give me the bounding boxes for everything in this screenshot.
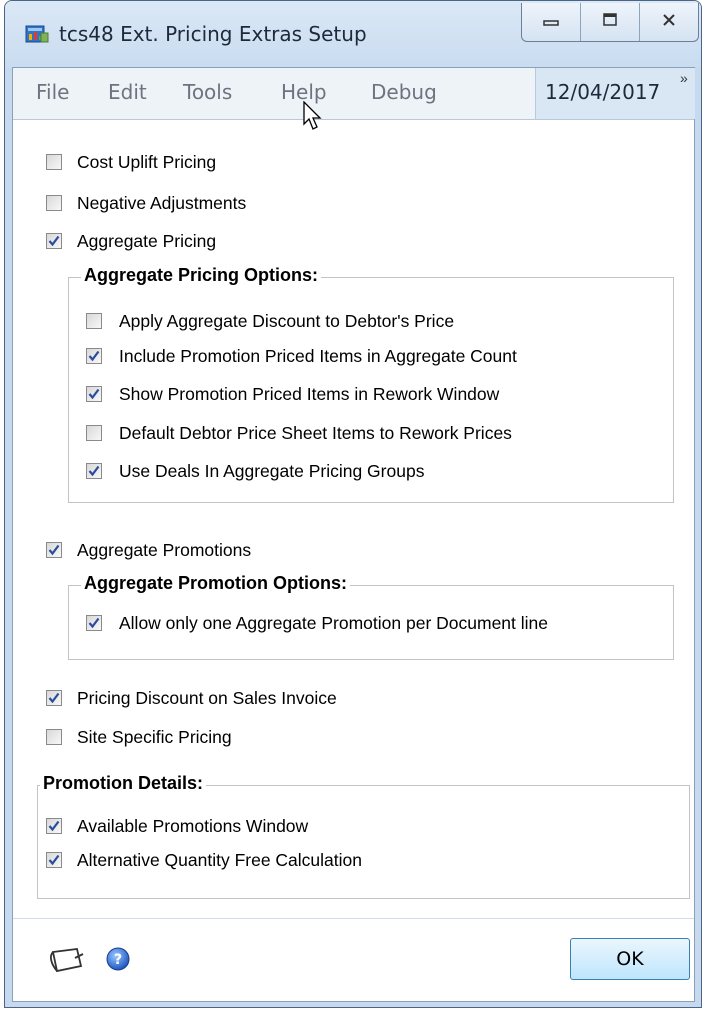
- close-button[interactable]: [640, 3, 698, 41]
- pricing-discount-sales-invoice-label: Pricing Discount on Sales Invoice: [77, 688, 337, 708]
- checkmark-icon: [48, 820, 60, 832]
- maximize-button[interactable]: [581, 3, 640, 41]
- site-specific-pricing-label: Site Specific Pricing: [77, 727, 232, 747]
- window-controls: [521, 3, 699, 42]
- minimize-button[interactable]: [522, 3, 581, 41]
- use-deals-label: Use Deals In Aggregate Pricing Groups: [119, 461, 425, 481]
- aggregate-promotions-label: Aggregate Promotions: [77, 540, 252, 560]
- checkmark-icon: [48, 235, 60, 247]
- aggregate-pricing-options-title: Aggregate Pricing Options:: [81, 265, 322, 286]
- checkmark-icon: [48, 692, 60, 704]
- close-icon: [661, 13, 677, 32]
- user-date: 12/04/2017: [545, 80, 661, 104]
- mouse-cursor-icon: [303, 100, 323, 136]
- cost-uplift-pricing-label: Cost Uplift Pricing: [77, 152, 217, 172]
- title-bar[interactable]: tcs48 Ext. Pricing Extras Setup: [5, 1, 701, 67]
- svg-text:?: ?: [114, 952, 122, 968]
- site-specific-pricing-checkbox[interactable]: [46, 729, 62, 745]
- available-promotions-window-checkbox[interactable]: [46, 818, 62, 834]
- menu-overflow-icon[interactable]: »: [680, 70, 688, 86]
- help-icon[interactable]: ?: [105, 946, 131, 977]
- menu-tools[interactable]: Tools: [183, 80, 232, 104]
- aggregate-promotions-checkbox[interactable]: [46, 542, 62, 558]
- allow-one-aggregate-promotion-label: Allow only one Aggregate Promotion per D…: [119, 613, 548, 633]
- negative-adjustments-label: Negative Adjustments: [77, 193, 247, 213]
- alternative-quantity-free-checkbox[interactable]: [46, 852, 62, 868]
- minimize-icon: [543, 13, 559, 32]
- checkmark-icon: [88, 465, 100, 477]
- promotion-details-group: [37, 785, 690, 899]
- note-icon[interactable]: [47, 946, 87, 979]
- show-promotion-priced-checkbox[interactable]: [86, 386, 102, 402]
- checkmark-icon: [48, 854, 60, 866]
- apply-aggregate-discount-checkbox[interactable]: [86, 313, 102, 329]
- allow-one-aggregate-promotion-checkbox[interactable]: [86, 615, 102, 631]
- setup-window: tcs48 Ext. Pricing Extras Setup File Edi…: [4, 0, 702, 1008]
- maximize-icon: [602, 12, 618, 32]
- default-debtor-price-sheet-label: Default Debtor Price Sheet Items to Rewo…: [119, 423, 512, 443]
- footer-divider: [13, 918, 694, 919]
- use-deals-checkbox[interactable]: [86, 463, 102, 479]
- checkmark-icon: [48, 544, 60, 556]
- window-client: File Edit Tools Help Debug 12/04/2017 » …: [12, 67, 695, 1002]
- aggregate-pricing-checkbox[interactable]: [46, 233, 62, 249]
- aggregate-promotion-options-title: Aggregate Promotion Options:: [81, 573, 350, 594]
- checkmark-icon: [88, 350, 100, 362]
- ok-button[interactable]: OK: [570, 938, 690, 980]
- menu-bar: File Edit Tools Help Debug 12/04/2017 »: [13, 68, 695, 120]
- include-promotion-priced-label: Include Promotion Priced Items in Aggreg…: [119, 346, 517, 366]
- menu-file[interactable]: File: [36, 80, 69, 104]
- user-date-box[interactable]: 12/04/2017 »: [535, 68, 695, 119]
- window-title: tcs48 Ext. Pricing Extras Setup: [59, 22, 367, 46]
- include-promotion-priced-checkbox[interactable]: [86, 348, 102, 364]
- menu-debug[interactable]: Debug: [371, 80, 437, 104]
- show-promotion-priced-label: Show Promotion Priced Items in Rework Wi…: [119, 384, 500, 404]
- alternative-quantity-free-label: Alternative Quantity Free Calculation: [77, 850, 362, 870]
- available-promotions-window-label: Available Promotions Window: [77, 816, 309, 836]
- negative-adjustments-checkbox[interactable]: [46, 195, 62, 211]
- pricing-app-icon: [25, 23, 49, 45]
- pricing-discount-sales-invoice-checkbox[interactable]: [46, 690, 62, 706]
- cost-uplift-pricing-checkbox[interactable]: [46, 154, 62, 170]
- checkmark-icon: [88, 617, 100, 629]
- checkmark-icon: [88, 388, 100, 400]
- promotion-details-title: Promotion Details:: [40, 773, 207, 794]
- default-debtor-price-sheet-checkbox[interactable]: [86, 425, 102, 441]
- menu-edit[interactable]: Edit: [108, 80, 147, 104]
- apply-aggregate-discount-label: Apply Aggregate Discount to Debtor's Pri…: [119, 311, 455, 331]
- aggregate-pricing-label: Aggregate Pricing: [77, 231, 217, 251]
